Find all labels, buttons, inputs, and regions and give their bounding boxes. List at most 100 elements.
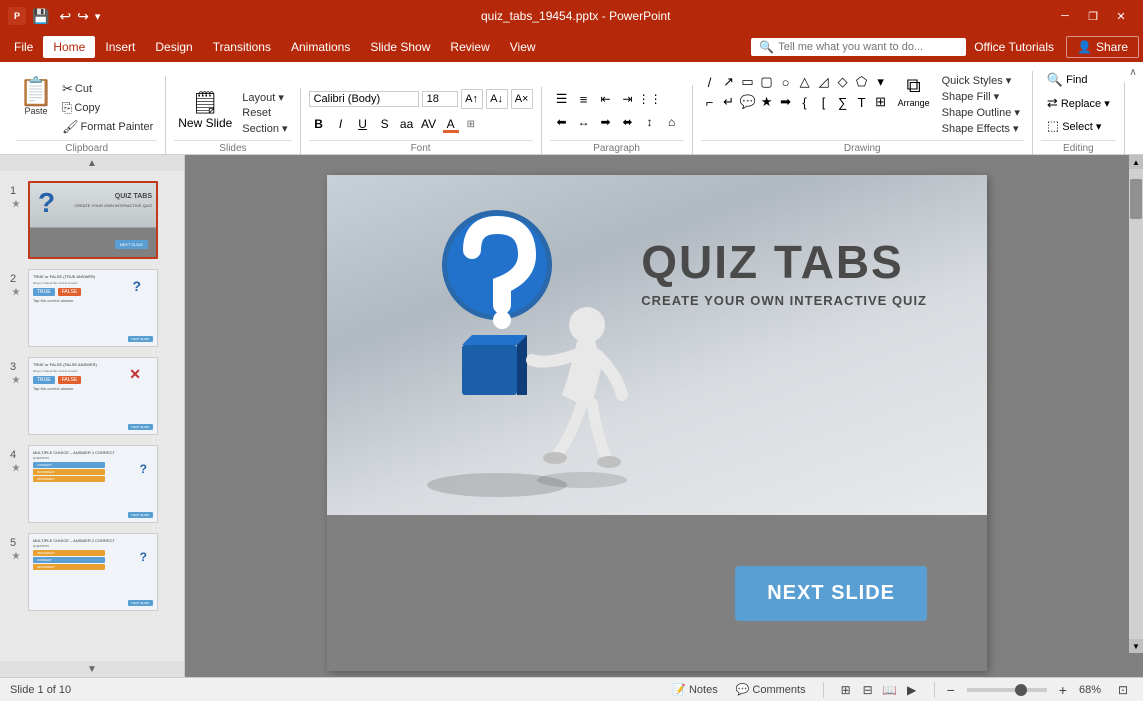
share-button[interactable]: 👤 Share	[1066, 36, 1139, 58]
star-tool[interactable]: ★	[758, 93, 776, 111]
office-tutorials-link[interactable]: Office Tutorials	[974, 40, 1054, 54]
increase-indent-button[interactable]: ⇥	[618, 89, 638, 109]
paste-button[interactable]: 📋 Paste	[16, 76, 56, 119]
new-slide-button[interactable]: 🗒 New Slide	[174, 88, 236, 132]
equation-tool[interactable]: ∑	[834, 93, 852, 111]
align-center-button[interactable]: ↔	[574, 112, 594, 132]
menu-design[interactable]: Design	[145, 36, 202, 58]
justify-button[interactable]: ⬌	[618, 112, 638, 132]
columns-button[interactable]: ⋮⋮	[640, 89, 660, 109]
connector-tool[interactable]: ⌐	[701, 93, 719, 111]
menu-review[interactable]: Review	[440, 36, 499, 58]
restore-button[interactable]: ❐	[1079, 2, 1107, 30]
canvas-scrollbar[interactable]: ▲ ▼	[1129, 155, 1143, 653]
cut-button[interactable]: ✂Cut	[58, 80, 157, 98]
select-button[interactable]: ⬚ Select ▾	[1041, 116, 1116, 136]
pentagon-tool[interactable]: ⬠	[853, 73, 871, 91]
font-size-box[interactable]: 18	[422, 91, 458, 107]
align-left-button[interactable]: ⬅	[552, 112, 572, 132]
shape-outline-button[interactable]: Shape Outline ▾	[938, 105, 1024, 120]
normal-view-button[interactable]: ⊞	[836, 680, 856, 700]
ellipse-tool[interactable]: ○	[777, 73, 795, 91]
brace-tool[interactable]: {	[796, 93, 814, 111]
callout-tool[interactable]: 💬	[739, 93, 757, 111]
zoom-minus[interactable]: −	[947, 682, 955, 698]
line-spacing-button[interactable]: ↕	[640, 112, 660, 132]
arrange-button[interactable]: ⧉ Arrange	[894, 73, 934, 110]
right-triangle-tool[interactable]: ◿	[815, 73, 833, 91]
fit-window-button[interactable]: ⊡	[1113, 680, 1133, 700]
rect-tool[interactable]: ▭	[739, 73, 757, 91]
shapes-expand[interactable]: ⊞	[872, 93, 890, 111]
triangle-tool[interactable]: △	[796, 73, 814, 91]
smallcaps-button[interactable]: aa	[397, 114, 417, 134]
line-tool[interactable]: /	[701, 73, 719, 91]
slide-thumb-5[interactable]: 5 ★ MULTIPLE CHOICE – ANSWER 2 CORRECT Q…	[8, 531, 176, 613]
bracket-tool[interactable]: [	[815, 93, 833, 111]
bold-button[interactable]: B	[309, 114, 329, 134]
zoom-thumb[interactable]	[1015, 684, 1027, 696]
ribbon-collapse-button[interactable]: ∧	[1123, 62, 1143, 82]
format-painter-button[interactable]: 🖌Format Painter	[58, 118, 157, 136]
notes-button[interactable]: 📝 Notes	[667, 682, 722, 697]
menu-home[interactable]: Home	[43, 36, 95, 58]
scroll-up-btn[interactable]: ▲	[1129, 155, 1143, 169]
save-icon[interactable]: 💾	[32, 8, 49, 25]
diamond-tool[interactable]: ◇	[834, 73, 852, 91]
slideshow-button[interactable]: ▶	[902, 680, 922, 700]
shape-fill-button[interactable]: Shape Fill ▾	[938, 89, 1024, 104]
numbered-list-button[interactable]: ≡	[574, 89, 594, 109]
menu-insert[interactable]: Insert	[95, 36, 145, 58]
block-arrow-tool[interactable]: ➡	[777, 93, 795, 111]
minimize-button[interactable]: ─	[1051, 2, 1079, 30]
replace-button[interactable]: ⇄ Replace ▾	[1041, 93, 1116, 113]
font-color-button[interactable]: A	[441, 114, 461, 134]
font-name-box[interactable]: Calibri (Body)	[309, 91, 419, 107]
scroll-up-arrow[interactable]: ▲	[0, 155, 184, 171]
scroll-thumb[interactable]	[1130, 179, 1142, 219]
bullets-button[interactable]: ☰	[552, 89, 572, 109]
slide-sorter-button[interactable]: ⊟	[858, 680, 878, 700]
menu-view[interactable]: View	[500, 36, 546, 58]
close-button[interactable]: ✕	[1107, 2, 1135, 30]
menu-slideshow[interactable]: Slide Show	[360, 36, 440, 58]
menu-transitions[interactable]: Transitions	[203, 36, 281, 58]
section-button[interactable]: Section ▾	[238, 121, 291, 136]
reading-view-button[interactable]: 📖	[880, 680, 900, 700]
slide-thumb-3[interactable]: 3 ★ TRUE or FALSE (FALSE ANSWER) Drag or…	[8, 355, 176, 437]
next-slide-button[interactable]: NEXT SLIDE	[735, 566, 927, 621]
slide-thumb-1[interactable]: 1 ★ ? QUIZ TABS CREATE YOUR OWN INTERACT…	[8, 179, 176, 261]
decrease-font-button[interactable]: A↓	[486, 89, 508, 109]
comments-button[interactable]: 💬 Comments	[731, 682, 811, 697]
strikethrough-button[interactable]: S	[375, 114, 395, 134]
quick-styles-button[interactable]: Quick Styles ▾	[938, 73, 1024, 88]
zoom-slider[interactable]	[967, 688, 1047, 692]
decrease-indent-button[interactable]: ⇤	[596, 89, 616, 109]
redo-icon[interactable]: ↪	[77, 8, 89, 25]
align-right-button[interactable]: ➡	[596, 112, 616, 132]
reset-button[interactable]: Reset	[238, 106, 291, 120]
find-button[interactable]: 🔍 Find	[1041, 70, 1116, 90]
menu-file[interactable]: File	[4, 36, 43, 58]
zoom-plus[interactable]: +	[1059, 682, 1067, 698]
textbox-tool[interactable]: T	[853, 93, 871, 111]
char-spacing-button[interactable]: AV	[419, 114, 439, 134]
slide-thumb-2[interactable]: 2 ★ TRUE or FALSE (TRUE ANSWER) Drag or …	[8, 267, 176, 349]
scroll-down-arrow[interactable]: ▼	[0, 661, 184, 677]
undo-icon[interactable]: ↩	[59, 8, 71, 25]
slide-thumb-4[interactable]: 4 ★ MULTIPLE CHOICE – ANSWER 1 CORRECT Q…	[8, 443, 176, 525]
scroll-down-btn[interactable]: ▼	[1129, 639, 1143, 653]
smartart-button[interactable]: ⌂	[662, 112, 682, 132]
bent-arrow-tool[interactable]: ↵	[720, 93, 738, 111]
layout-button[interactable]: Layout ▾	[238, 90, 291, 105]
more-shapes-btn[interactable]: ▾	[872, 73, 890, 91]
help-search-box[interactable]: 🔍	[751, 38, 966, 56]
italic-button[interactable]: I	[331, 114, 351, 134]
shape-effects-button[interactable]: Shape Effects ▾	[938, 121, 1024, 136]
help-search-input[interactable]	[778, 41, 958, 53]
clear-formatting-button[interactable]: A×	[511, 89, 533, 109]
underline-button[interactable]: U	[353, 114, 373, 134]
rounded-rect-tool[interactable]: ▢	[758, 73, 776, 91]
increase-font-button[interactable]: A↑	[461, 89, 483, 109]
copy-button[interactable]: ⎘Copy	[58, 99, 157, 117]
